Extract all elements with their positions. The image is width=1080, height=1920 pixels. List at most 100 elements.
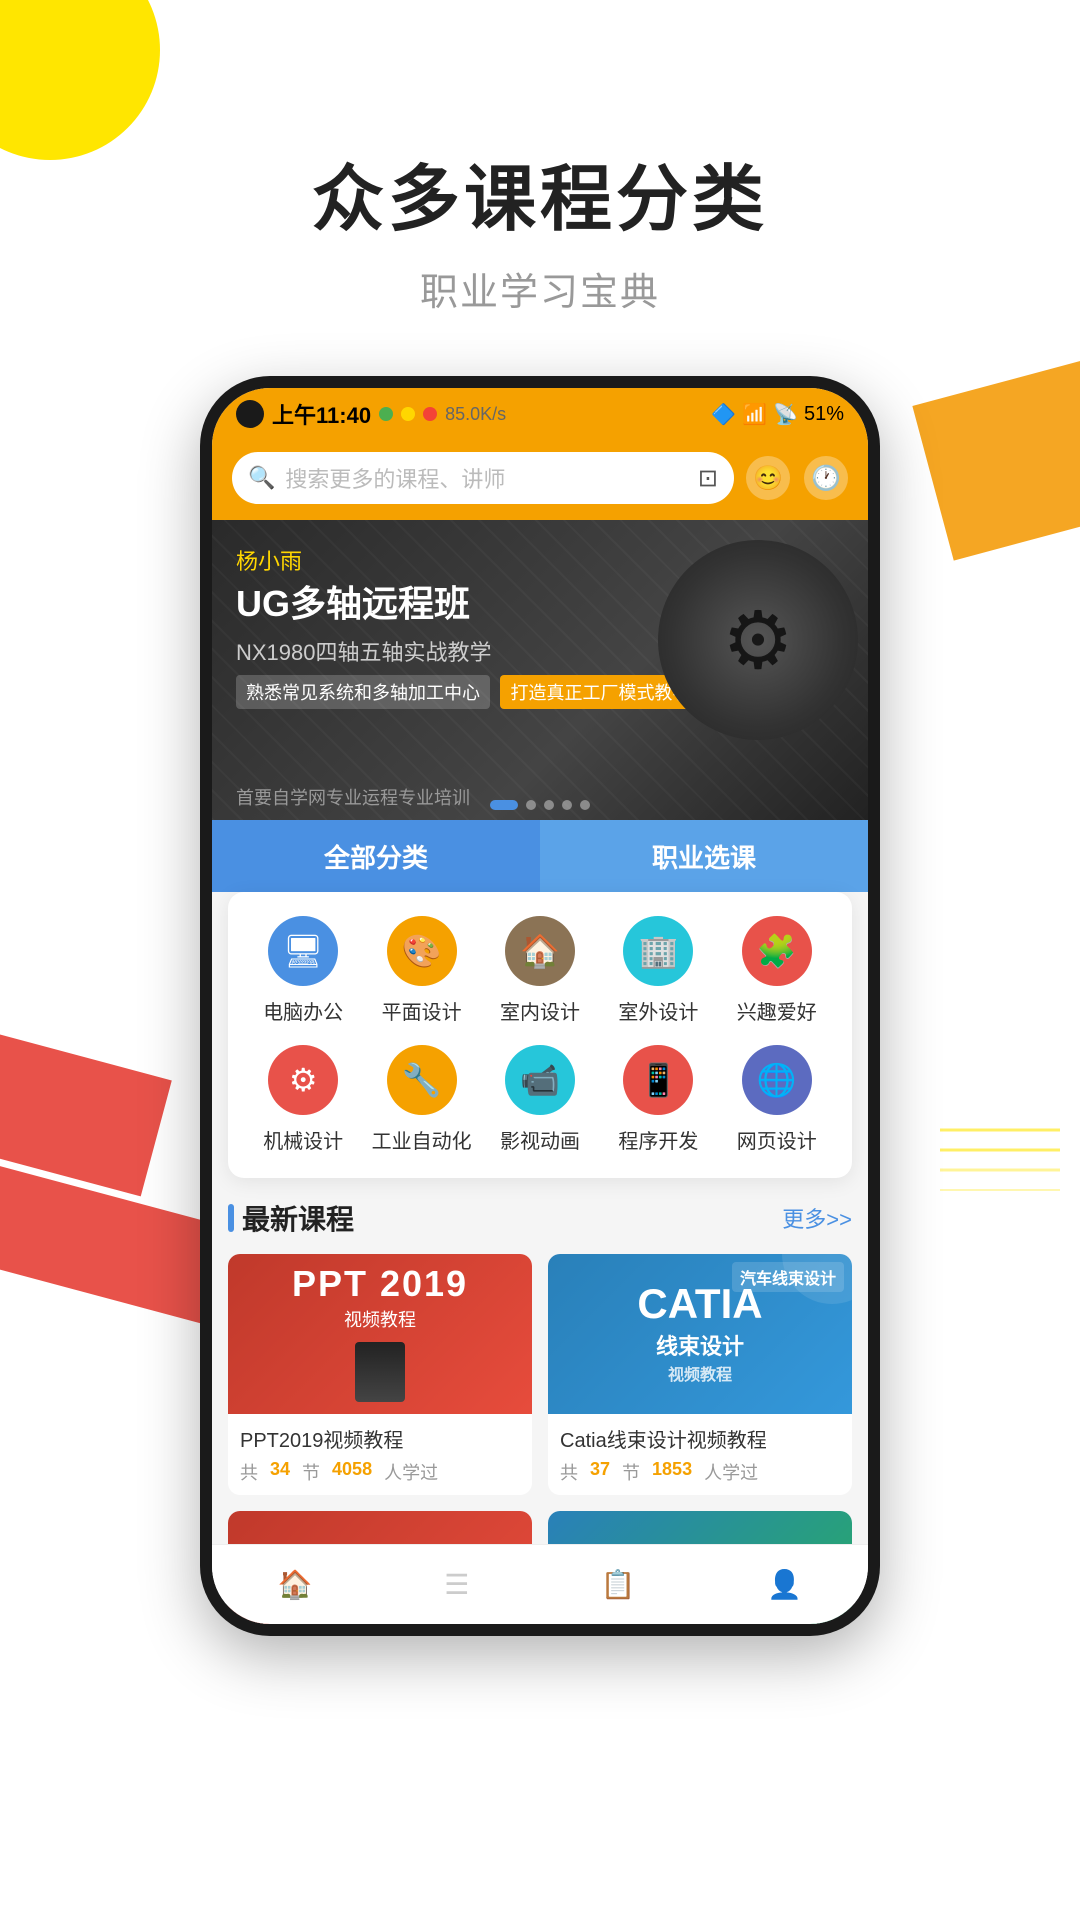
signal-icon: 📶 bbox=[742, 402, 767, 427]
section-header: 最新课程 更多>> bbox=[228, 1198, 852, 1238]
course-info-0: PPT2019视频教程 共 34 节 4058 人学过 bbox=[228, 1414, 532, 1495]
dot-2[interactable] bbox=[526, 800, 536, 810]
course-banner[interactable]: 杨小雨 UG多轴远程班 NX1980四轴五轴实战教学 熟悉常见系统和多轴加工中心… bbox=[212, 520, 868, 820]
course-name-1: Catia线束设计视频教程 bbox=[560, 1424, 840, 1453]
job-select-button[interactable]: 职业选课 bbox=[540, 820, 868, 892]
all-category-button[interactable]: 全部分类 bbox=[212, 820, 540, 892]
category-icon-1: 🎨 bbox=[387, 916, 457, 986]
category-label-5: 机械设计 bbox=[263, 1125, 343, 1154]
category-label-6: 工业自动化 bbox=[372, 1125, 472, 1154]
section-title: 最新课程 bbox=[242, 1198, 354, 1238]
category-item-9[interactable]: 🌐 网页设计 bbox=[718, 1045, 836, 1154]
banner-dots bbox=[490, 800, 590, 810]
category-item-5[interactable]: ⚙ 机械设计 bbox=[244, 1045, 362, 1154]
course-name-0: PPT2019视频教程 bbox=[240, 1424, 520, 1453]
category-icon-3: 🏢 bbox=[623, 916, 693, 986]
nav-item-1[interactable]: ☰ bbox=[444, 1568, 469, 1601]
course-stats-1: 共 37 节 1853 人学过 bbox=[560, 1459, 840, 1485]
category-icon-5: ⚙ bbox=[268, 1045, 338, 1115]
search-bar-area: 🔍 搜索更多的课程、讲师 ⊡ 😊 🕐 bbox=[212, 440, 868, 520]
nav-icon-0: 🏠 bbox=[278, 1568, 313, 1601]
page-subtitle: 职业学习宝典 bbox=[0, 261, 1080, 316]
camera-dot bbox=[236, 400, 264, 428]
bg-orange-decoration bbox=[912, 359, 1080, 560]
dot-5[interactable] bbox=[580, 800, 590, 810]
category-label-4: 兴趣爱好 bbox=[737, 996, 817, 1025]
category-label-3: 室外设计 bbox=[618, 996, 698, 1025]
category-icon-8: 📱 bbox=[623, 1045, 693, 1115]
category-item-8[interactable]: 📱 程序开发 bbox=[599, 1045, 717, 1154]
scan-icon[interactable]: ⊡ bbox=[698, 464, 718, 493]
more-button[interactable]: 更多>> bbox=[782, 1202, 852, 1234]
search-icon: 🔍 bbox=[248, 465, 275, 491]
category-item-1[interactable]: 🎨 平面设计 bbox=[362, 916, 480, 1025]
category-grid: 🖥 电脑办公 🎨 平面设计 🏠 室内设计 🏢 室外设计 🧩 兴趣爱好 ⚙ 机械设… bbox=[244, 916, 836, 1154]
status-time: 上午11:40 bbox=[272, 398, 371, 430]
category-icon-4: 🧩 bbox=[742, 916, 812, 986]
category-label-2: 室内设计 bbox=[500, 996, 580, 1025]
clock-icon-button[interactable]: 🕐 bbox=[804, 456, 848, 500]
category-icon-7: 📹 bbox=[505, 1045, 575, 1115]
category-label-9: 网页设计 bbox=[737, 1125, 817, 1154]
category-label-7: 影视动画 bbox=[500, 1125, 580, 1154]
bg-yellow-lines-decoration bbox=[940, 1100, 1060, 1300]
category-item-0[interactable]: 🖥 电脑办公 bbox=[244, 916, 362, 1025]
course-card-0[interactable]: PPT 2019 视频教程 PPT2019视频教程 共 34 节 4058 人学… bbox=[228, 1254, 532, 1495]
search-input-box[interactable]: 🔍 搜索更多的课程、讲师 ⊡ bbox=[232, 452, 734, 504]
dot-1[interactable] bbox=[490, 800, 518, 810]
category-card: 🖥 电脑办公 🎨 平面设计 🏠 室内设计 🏢 室外设计 🧩 兴趣爱好 ⚙ 机械设… bbox=[228, 892, 852, 1178]
main-action-buttons: 全部分类 职业选课 bbox=[212, 820, 868, 892]
category-item-3[interactable]: 🏢 室外设计 bbox=[599, 916, 717, 1025]
section-title-line bbox=[228, 1204, 234, 1232]
status-speed: 85.0K/s bbox=[445, 404, 506, 425]
category-item-6[interactable]: 🔧 工业自动化 bbox=[362, 1045, 480, 1154]
category-label-8: 程序开发 bbox=[618, 1125, 698, 1154]
banner-tag1: 熟悉常见系统和多轴加工中心 bbox=[236, 675, 490, 709]
course-info-1: Catia线束设计视频教程 共 37 节 1853 人学过 bbox=[548, 1414, 852, 1495]
nav-icon-2: 📋 bbox=[601, 1568, 636, 1601]
page-title: 众多课程分类 bbox=[0, 140, 1080, 245]
category-label-0: 电脑办公 bbox=[263, 996, 343, 1025]
banner-bottom-text: 首要自学网专业运程专业培训 bbox=[236, 784, 470, 810]
header-icons: 😊 🕐 bbox=[746, 456, 848, 500]
catia-badge: 汽车线束设计 bbox=[732, 1262, 844, 1292]
bottom-navigation: 🏠 ☰ 📋 👤 bbox=[212, 1544, 868, 1624]
dot-4[interactable] bbox=[562, 800, 572, 810]
status-dot-green bbox=[379, 407, 393, 421]
search-placeholder-text: 搜索更多的课程、讲师 bbox=[285, 462, 505, 494]
course-card-1[interactable]: CATIA 线束设计 视频教程 汽车线束设计 Catia线束设计视频教程 共 3… bbox=[548, 1254, 852, 1495]
category-icon-9: 🌐 bbox=[742, 1045, 812, 1115]
category-item-4[interactable]: 🧩 兴趣爱好 bbox=[718, 916, 836, 1025]
phone-screen: 上午11:40 85.0K/s 🔷 📶 📡 51% 🔍 搜索更多的课程 bbox=[212, 388, 868, 1624]
banner-subtitle: NX1980四轴五轴实战教学 bbox=[236, 635, 700, 667]
phone-frame: 上午11:40 85.0K/s 🔷 📶 📡 51% 🔍 搜索更多的课程 bbox=[200, 376, 880, 1636]
banner-author: 杨小雨 bbox=[236, 544, 700, 576]
nav-icon-1: ☰ bbox=[444, 1568, 469, 1601]
category-label-1: 平面设计 bbox=[382, 996, 462, 1025]
nav-item-2[interactable]: 📋 bbox=[601, 1568, 636, 1601]
bluetooth-icon: 🔷 bbox=[711, 402, 736, 427]
wifi-icon: 📡 bbox=[773, 402, 798, 427]
course-stats-0: 共 34 节 4058 人学过 bbox=[240, 1459, 520, 1485]
smiley-icon-button[interactable]: 😊 bbox=[746, 456, 790, 500]
banner-machine-image: ⚙ bbox=[658, 540, 858, 740]
bg-red-decoration-1 bbox=[0, 1024, 172, 1197]
status-dot-red bbox=[423, 407, 437, 421]
header-section: 众多课程分类 职业学习宝典 bbox=[0, 0, 1080, 316]
status-dot-yellow bbox=[401, 407, 415, 421]
nav-item-0[interactable]: 🏠 bbox=[278, 1568, 313, 1601]
category-item-7[interactable]: 📹 影视动画 bbox=[481, 1045, 599, 1154]
banner-title: UG多轴远程班 bbox=[236, 582, 700, 625]
status-right: 🔷 📶 📡 51% bbox=[711, 402, 844, 427]
category-item-2[interactable]: 🏠 室内设计 bbox=[481, 916, 599, 1025]
machine-cog-icon: ⚙ bbox=[722, 594, 794, 687]
status-left: 上午11:40 85.0K/s bbox=[236, 398, 506, 430]
dot-3[interactable] bbox=[544, 800, 554, 810]
section-title-bar: 最新课程 bbox=[228, 1198, 354, 1238]
nav-item-3[interactable]: 👤 bbox=[767, 1568, 802, 1601]
banner-content: 杨小雨 UG多轴远程班 NX1980四轴五轴实战教学 熟悉常见系统和多轴加工中心… bbox=[236, 544, 700, 709]
phone-mockup: 上午11:40 85.0K/s 🔷 📶 📡 51% 🔍 搜索更多的课程 bbox=[200, 376, 880, 1676]
category-icon-2: 🏠 bbox=[505, 916, 575, 986]
category-icon-0: 🖥 bbox=[268, 916, 338, 986]
category-icon-6: 🔧 bbox=[387, 1045, 457, 1115]
